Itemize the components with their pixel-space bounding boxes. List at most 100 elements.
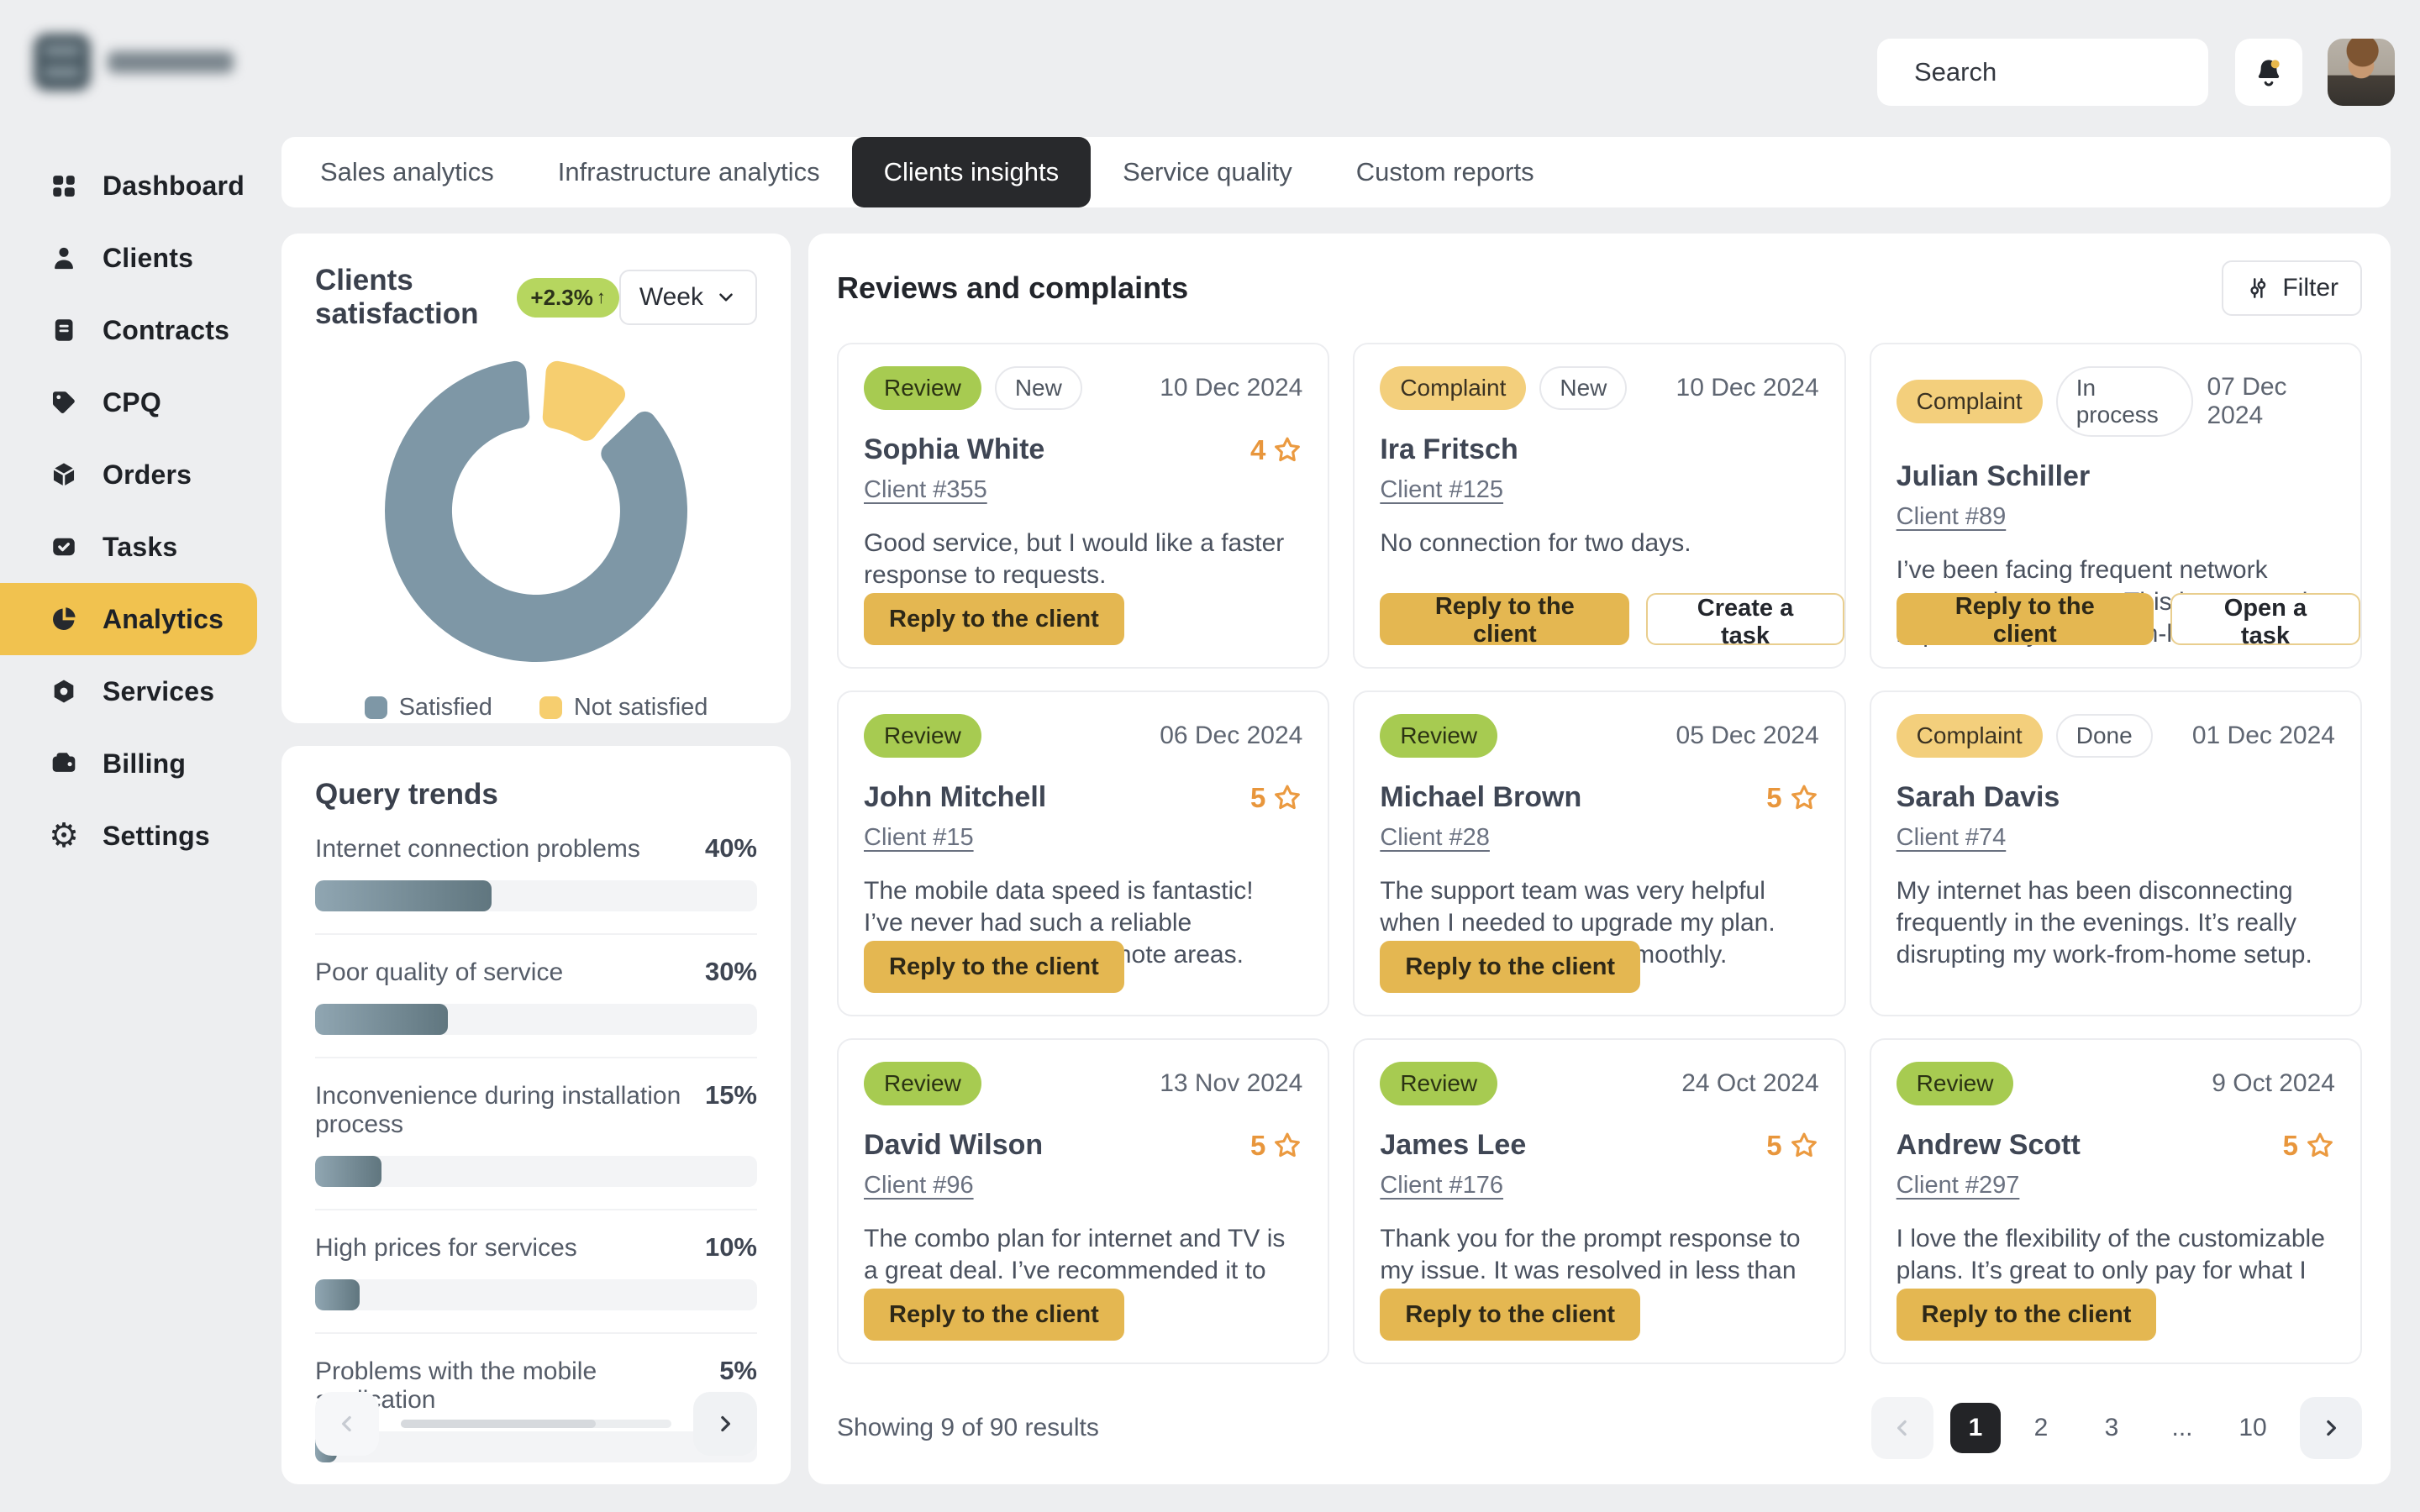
card-type-badge: Complaint <box>1897 714 2043 758</box>
trend-bar <box>315 1004 448 1035</box>
pagination-prev-button[interactable] <box>1871 1397 1933 1459</box>
sidebar-item-orders[interactable]: Orders <box>0 438 279 511</box>
client-name: John Mitchell <box>864 781 1046 814</box>
carousel-prev-button[interactable] <box>315 1392 379 1456</box>
carousel-next-button[interactable] <box>693 1392 757 1456</box>
client-name: Andrew Scott <box>1897 1129 2081 1162</box>
notifications-button[interactable] <box>2235 39 2302 106</box>
search-bar <box>1877 39 2208 106</box>
client-id-link[interactable]: Client #297 <box>1897 1172 2020 1200</box>
client-id-link[interactable]: Client #28 <box>1380 824 1490 852</box>
card-actions: Reply to the client Open a task <box>1897 593 2360 645</box>
chevron-left-icon <box>1890 1415 1915 1441</box>
reply-button[interactable]: Reply to the client <box>1897 593 2154 645</box>
tasks-icon <box>49 532 79 562</box>
card-date: 05 Dec 2024 <box>1676 722 1819 750</box>
tab-service-quality[interactable]: Service quality <box>1091 137 1324 207</box>
query-trends-card: Query trends Internet connection problem… <box>281 746 791 1484</box>
client-id-link[interactable]: Client #15 <box>864 824 974 852</box>
period-selector[interactable]: Week <box>619 270 757 325</box>
star-icon <box>1272 1131 1302 1161</box>
filter-button[interactable]: Filter <box>2222 260 2362 316</box>
legend-item: Not satisfied <box>539 694 708 722</box>
trend-bar <box>315 1156 381 1187</box>
review-text: My internet has been disconnecting frequ… <box>1897 875 2335 971</box>
reply-button[interactable]: Reply to the client <box>1897 1289 2157 1341</box>
sidebar-item-settings[interactable]: ⚙ Settings <box>0 800 279 872</box>
review-text: Good service, but I would like a faster … <box>864 528 1302 591</box>
tab-sales-analytics[interactable]: Sales analytics <box>288 137 526 207</box>
pagination-page-3[interactable]: 3 <box>2086 1403 2137 1453</box>
donut-legend: Satisfied Not satisfied <box>315 694 757 722</box>
card-type-badge: Complaint <box>1897 380 2043 423</box>
trends-carousel <box>315 1392 757 1456</box>
sidebar-item-clients[interactable]: Clients <box>0 222 279 294</box>
sidebar-item-services[interactable]: Services <box>0 655 279 727</box>
reply-button[interactable]: Reply to the client <box>1380 1289 1640 1341</box>
client-id-link[interactable]: Client #89 <box>1897 503 2007 531</box>
carousel-scrollbar-track[interactable] <box>401 1420 671 1428</box>
client-id-link[interactable]: Client #74 <box>1897 824 2007 852</box>
reply-button[interactable]: Reply to the client <box>864 593 1124 645</box>
client-id-link[interactable]: Client #355 <box>864 476 987 504</box>
reply-button[interactable]: Reply to the client <box>1380 593 1629 645</box>
card-status-badge: Done <box>2056 714 2153 758</box>
results-summary: Showing 9 of 90 results <box>837 1414 1099 1442</box>
sidebar-item-cpq[interactable]: CPQ <box>0 366 279 438</box>
pagination-next-button[interactable] <box>2300 1397 2362 1459</box>
card-actions: Reply to the client <box>1380 1289 1640 1341</box>
carousel-scrollbar-thumb[interactable] <box>401 1420 596 1428</box>
chevron-left-icon <box>334 1411 360 1436</box>
reply-button[interactable]: Reply to the client <box>864 941 1124 993</box>
pagination: 123...10 <box>1871 1397 2362 1459</box>
pagination-page-10[interactable]: 10 <box>2228 1403 2278 1453</box>
sidebar-item-billing[interactable]: Billing <box>0 727 279 800</box>
card-status-badge: New <box>995 366 1082 410</box>
pagination-page-2[interactable]: 2 <box>2016 1403 2066 1453</box>
client-name: Julian Schiller <box>1897 460 2091 493</box>
search-input[interactable] <box>1914 57 2249 87</box>
app-logo-blurred <box>34 34 234 91</box>
trend-row: High prices for services 10% <box>315 1210 757 1334</box>
review-card: Review 13 Nov 2024 David Wilson 5 Client… <box>837 1038 1329 1364</box>
client-id-link[interactable]: Client #125 <box>1380 476 1503 504</box>
sidebar-item-analytics[interactable]: Analytics <box>0 583 257 655</box>
sidebar: Dashboard Clients Contracts CPQ Orders T… <box>0 0 279 1512</box>
bell-icon <box>2252 55 2286 89</box>
sidebar-item-dashboard[interactable]: Dashboard <box>0 150 279 222</box>
review-card: Review 06 Dec 2024 John Mitchell 5 Clien… <box>837 690 1329 1016</box>
app-logo-wordmark <box>108 51 234 73</box>
review-card: Complaint In process 07 Dec 2024 Julian … <box>1870 343 2362 669</box>
dashboard-icon <box>49 171 79 201</box>
sidebar-item-contracts[interactable]: Contracts <box>0 294 279 366</box>
review-card: Review 24 Oct 2024 James Lee 5 Client #1… <box>1353 1038 1845 1364</box>
reply-button[interactable]: Reply to the client <box>1380 941 1640 993</box>
review-card: Review 9 Oct 2024 Andrew Scott 5 Client … <box>1870 1038 2362 1364</box>
trend-bar <box>315 880 492 911</box>
card-date: 10 Dec 2024 <box>1676 374 1819 402</box>
legend-swatch <box>365 696 387 719</box>
tab-custom-reports[interactable]: Custom reports <box>1324 137 1566 207</box>
tab-clients-insights[interactable]: Clients insights <box>852 137 1091 207</box>
sidebar-item-tasks[interactable]: Tasks <box>0 511 279 583</box>
filter-icon <box>2245 276 2270 301</box>
card-actions: Reply to the client <box>864 593 1124 645</box>
reply-button[interactable]: Reply to the client <box>864 1289 1124 1341</box>
card-type-badge: Review <box>1380 714 1497 758</box>
trend-bar <box>315 1279 360 1310</box>
rating: 5 <box>1766 1130 1818 1162</box>
user-avatar[interactable] <box>2328 39 2395 106</box>
billing-icon <box>49 748 79 779</box>
legend-swatch <box>539 696 562 719</box>
analytics-tabbar: Sales analytics Infrastructure analytics… <box>281 137 2391 207</box>
card-type-badge: Review <box>864 366 981 410</box>
tab-infrastructure-analytics[interactable]: Infrastructure analytics <box>526 137 852 207</box>
pagination-page-1[interactable]: 1 <box>1950 1403 2001 1453</box>
review-card: Review 05 Dec 2024 Michael Brown 5 Clien… <box>1353 690 1845 1016</box>
client-id-link[interactable]: Client #176 <box>1380 1172 1503 1200</box>
task-button[interactable]: Create a task <box>1646 593 1844 645</box>
contracts-icon <box>49 315 79 345</box>
satisfaction-donut-chart <box>368 343 704 679</box>
task-button[interactable]: Open a task <box>2170 593 2360 645</box>
client-id-link[interactable]: Client #96 <box>864 1172 974 1200</box>
